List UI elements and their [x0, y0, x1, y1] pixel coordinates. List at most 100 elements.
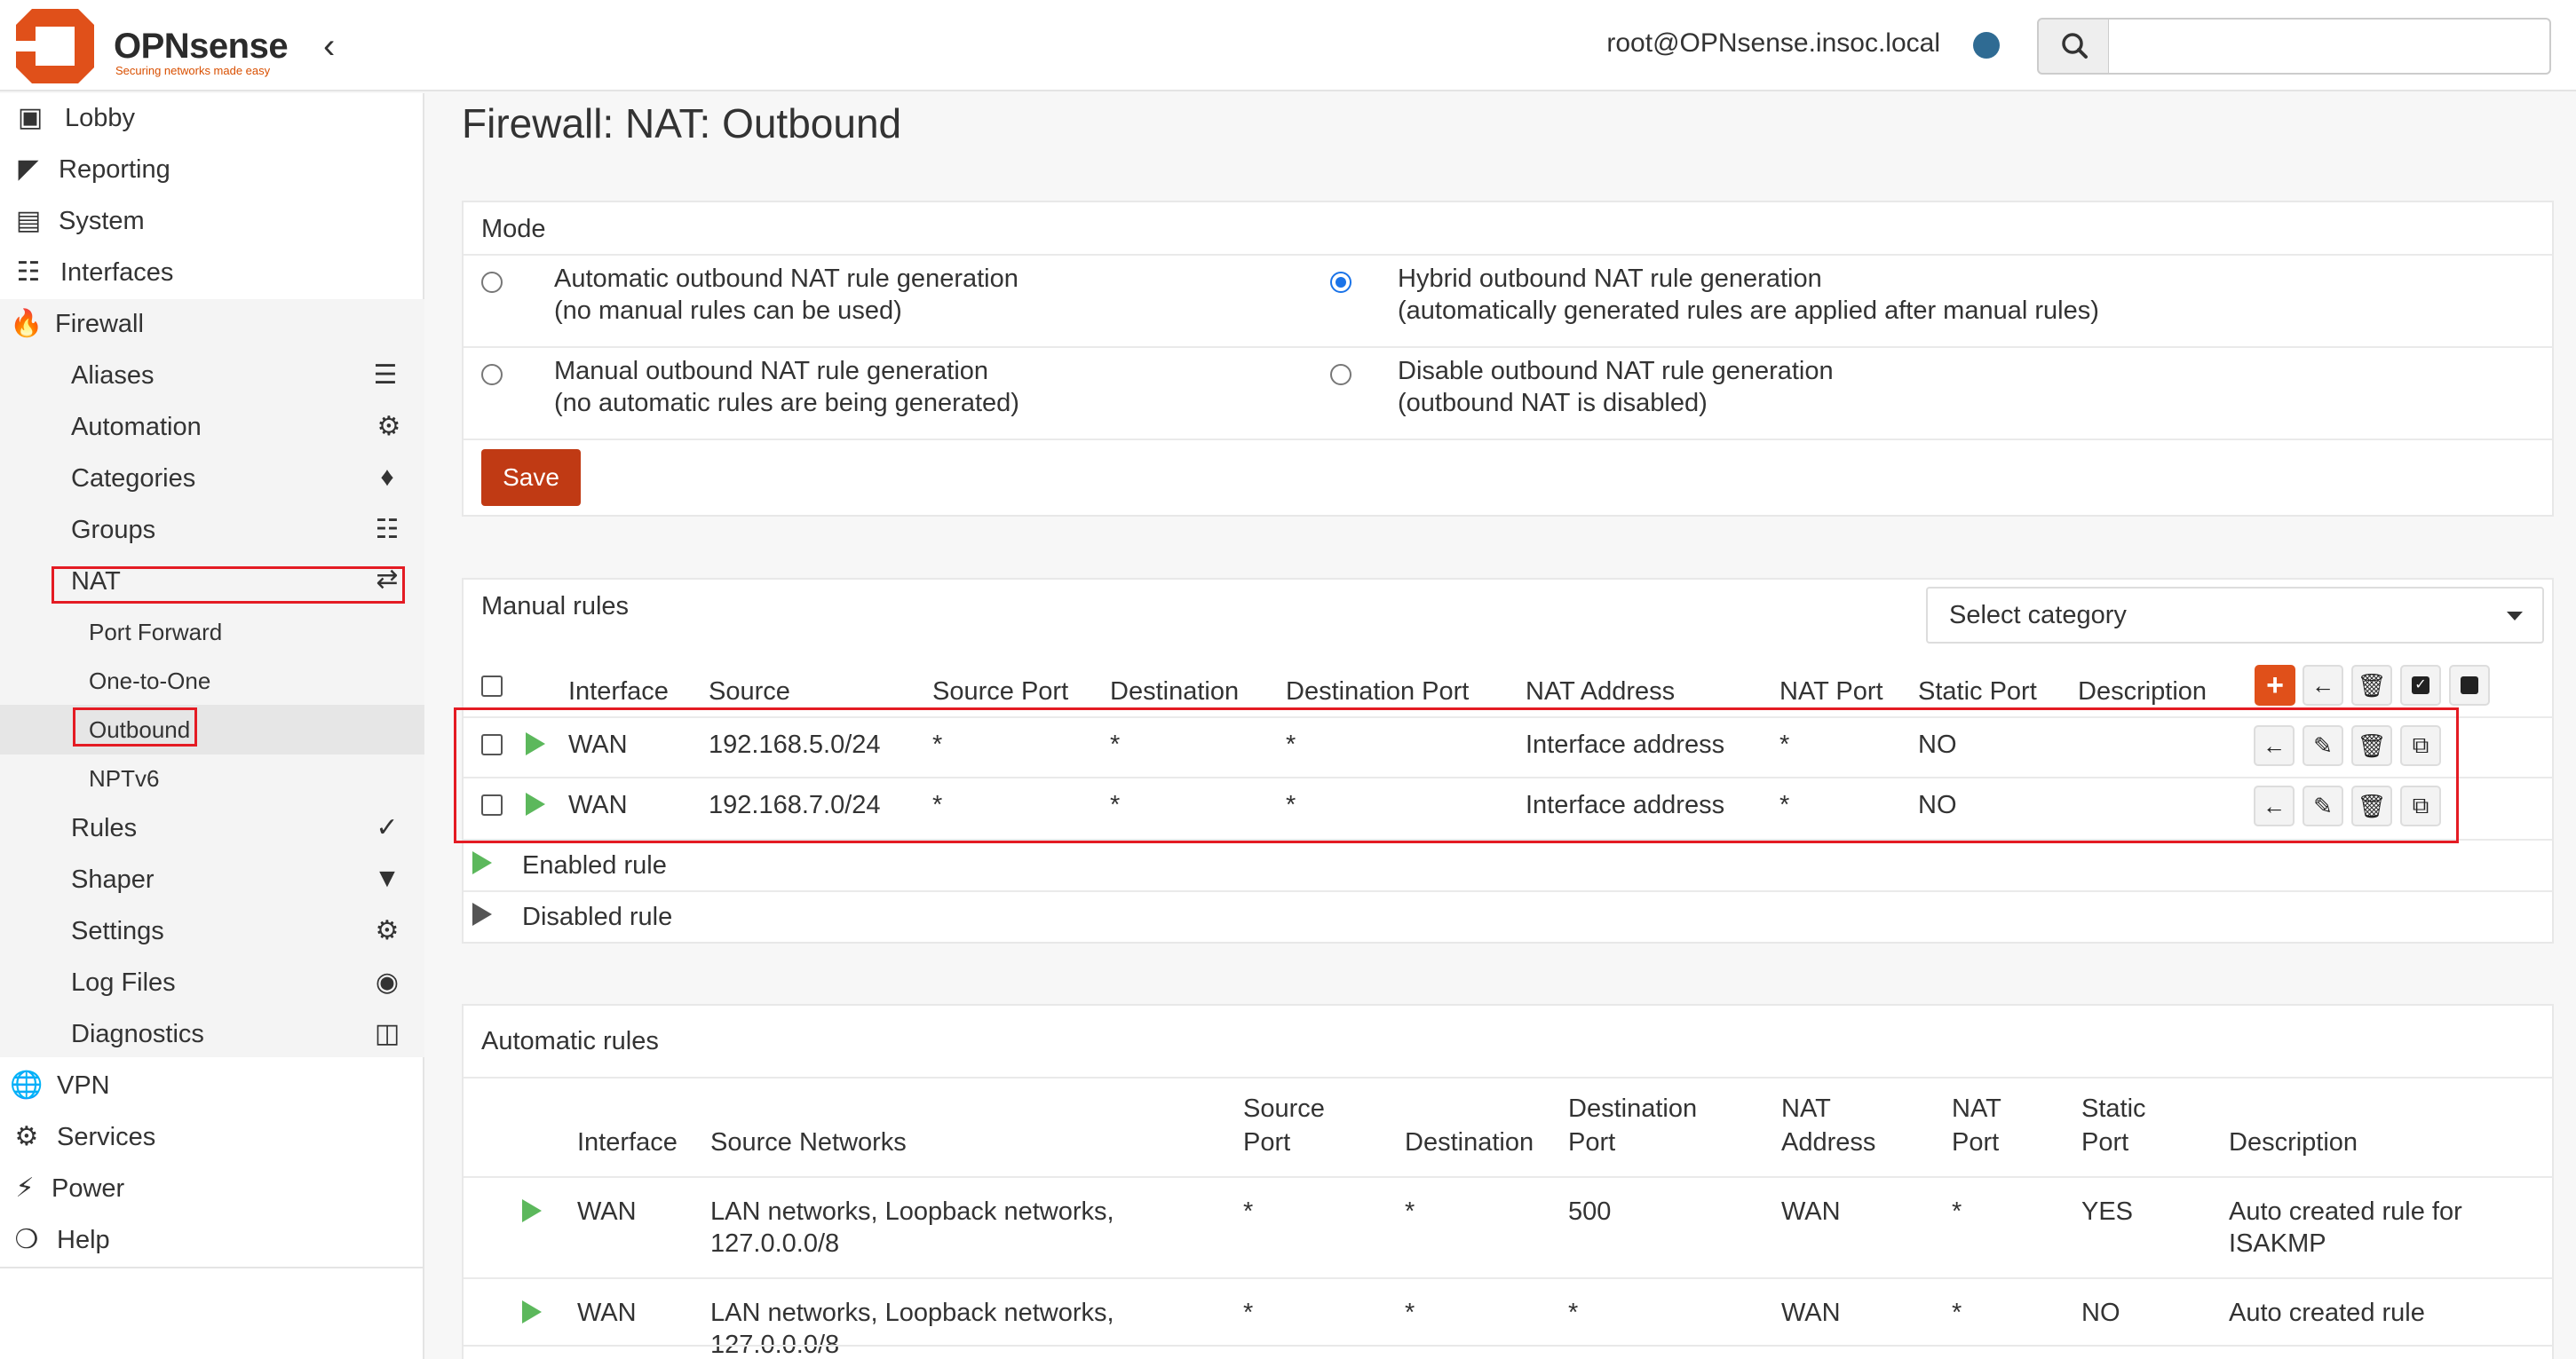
- divider: [464, 254, 2552, 256]
- cell-description: Auto created rule for: [2229, 1197, 2462, 1226]
- mode-hybrid-radio[interactable]: [1330, 272, 1351, 293]
- cell-source-networks-cont: 127.0.0.0/8: [710, 1229, 840, 1258]
- save-button[interactable]: Save: [481, 449, 581, 506]
- check-icon: ✓: [376, 813, 399, 842]
- opnsense-logo-icon[interactable]: [12, 5, 98, 87]
- mode-disable-label[interactable]: Disable outbound NAT rule generation (ou…: [1398, 355, 1834, 419]
- sidebar-item-label: Firewall: [55, 310, 144, 338]
- column-header: Interface: [577, 1128, 678, 1157]
- trash-icon: 🗑: [2357, 671, 2387, 699]
- sidebar-subitem-label: Aliases: [71, 361, 155, 390]
- column-header[interactable]: Description: [2078, 677, 2207, 707]
- server-icon: ▤: [15, 206, 42, 235]
- option-note: (no manual rules can be used): [554, 296, 902, 325]
- column-header[interactable]: Destination: [1110, 677, 1239, 707]
- cell-interface: WAN: [577, 1197, 637, 1226]
- top-navbar: OPNsense Securing networks made easy ‹ r…: [0, 0, 2576, 91]
- cell-destination-port: 500: [1568, 1197, 1612, 1226]
- disable-selected-button[interactable]: [2449, 665, 2490, 706]
- cell-nat-port: *: [1952, 1299, 1962, 1327]
- collapse-sidebar-icon[interactable]: ‹: [323, 27, 335, 67]
- mode-automatic-label[interactable]: Automatic outbound NAT rule generation (…: [554, 263, 1019, 327]
- category-select[interactable]: Select category: [1926, 587, 2544, 644]
- fire-icon: 🔥: [10, 309, 44, 338]
- active-item-highlight: [0, 705, 424, 755]
- toggle-log-button[interactable]: ←: [2303, 665, 2343, 706]
- automatic-rules-panel: Automatic rules Interface Source Network…: [462, 1004, 2554, 1359]
- page-title: Firewall: NAT: Outbound: [462, 100, 902, 146]
- check-square-icon: ✓: [2412, 676, 2429, 694]
- delete-selected-button[interactable]: 🗑: [2351, 665, 2392, 706]
- legend-disabled-label: Disabled rule: [522, 903, 673, 931]
- mode-disable-radio[interactable]: [1330, 364, 1351, 385]
- sidebar-divider: [0, 1267, 424, 1268]
- laptop-icon: ▣: [17, 103, 44, 132]
- list-icon: ☰: [373, 360, 398, 390]
- column-header[interactable]: NAT Port: [1779, 677, 1883, 707]
- cell-static-port: YES: [2081, 1197, 2134, 1226]
- column-header[interactable]: Source Port: [932, 677, 1068, 707]
- search-input[interactable]: [2109, 18, 2551, 75]
- sidebar-item-port-forward[interactable]: Port Forward: [89, 619, 222, 646]
- sidebar-item-nptv6[interactable]: NPTv6: [89, 765, 159, 793]
- column-header: Port: [1952, 1128, 2000, 1157]
- medkit-icon: ◫: [374, 1019, 400, 1048]
- option-title: Disable outbound NAT rule generation: [1398, 357, 1834, 385]
- sidebar-item-label: Reporting: [59, 155, 170, 184]
- cell-nat-address: WAN: [1781, 1197, 1841, 1226]
- enable-selected-button[interactable]: ✓: [2400, 665, 2441, 706]
- cell-interface: WAN: [577, 1299, 637, 1327]
- cell-description-cont: ISAKMP: [2229, 1229, 2326, 1258]
- sidebar-item-one-to-one[interactable]: One-to-One: [89, 668, 210, 695]
- divider: [464, 346, 2552, 348]
- mode-panel: Mode Automatic outbound NAT rule generat…: [462, 201, 2554, 517]
- sidebar-subitem-label: Rules: [71, 814, 138, 842]
- select-all-checkbox[interactable]: [481, 676, 503, 697]
- tags-icon: ♦: [380, 462, 394, 492]
- mode-heading: Mode: [481, 215, 546, 243]
- automatic-rules-heading: Automatic rules: [481, 1027, 659, 1055]
- chevron-down-icon: [2507, 612, 2523, 620]
- legend-disabled-icon: [472, 903, 492, 926]
- arrow-left-icon: ←: [2311, 671, 2334, 699]
- sidebar-subitem-label: Categories: [71, 464, 196, 493]
- column-header[interactable]: Static Port: [1918, 677, 2037, 707]
- column-header: NAT: [1952, 1094, 2001, 1123]
- brand-name: OPNsense: [114, 27, 289, 66]
- mode-hybrid-label[interactable]: Hybrid outbound NAT rule generation (aut…: [1398, 263, 2099, 327]
- column-header[interactable]: Destination Port: [1286, 677, 1469, 707]
- cell-source-port: *: [1243, 1197, 1254, 1226]
- gear-icon: ⚙: [376, 412, 401, 441]
- cell-source-networks: LAN networks, Loopback networks,: [710, 1299, 1114, 1327]
- sidebar-item-label: Lobby: [65, 104, 136, 132]
- add-rule-button[interactable]: +: [2255, 665, 2295, 706]
- sitemap-icon: ☷: [16, 257, 41, 287]
- enabled-rule-icon: [522, 1199, 542, 1222]
- status-indicator-icon[interactable]: [1973, 32, 2000, 59]
- column-header: Address: [1781, 1128, 1876, 1157]
- column-header: Destination: [1405, 1128, 1534, 1157]
- column-header[interactable]: Source: [709, 677, 790, 707]
- column-header: Description: [2229, 1128, 2358, 1157]
- sidebar-item-label: VPN: [57, 1071, 110, 1100]
- enabled-rule-icon: [522, 1300, 542, 1323]
- column-header[interactable]: Interface: [568, 677, 669, 707]
- firewall-section-bg: [0, 299, 424, 1057]
- sidebar-item-label: Power: [52, 1174, 125, 1203]
- cell-source-networks: LAN networks, Loopback networks,: [710, 1197, 1114, 1226]
- mode-manual-label[interactable]: Manual outbound NAT rule generation (no …: [554, 355, 1019, 419]
- cog-icon: ⚙: [14, 1122, 39, 1151]
- sidebar-subitem-label: Settings: [71, 917, 164, 945]
- mode-manual-radio[interactable]: [481, 364, 503, 385]
- column-header: Source: [1243, 1094, 1325, 1123]
- search-icon: [2062, 33, 2088, 59]
- search-button[interactable]: [2037, 18, 2110, 75]
- user-menu[interactable]: root@OPNsense.insoc.local: [1606, 28, 1940, 59]
- plug-icon: ⚡: [15, 1173, 35, 1203]
- mode-automatic-radio[interactable]: [481, 272, 503, 293]
- globe-icon: 🌐: [10, 1071, 44, 1100]
- sidebar-subitem-label: Diagnostics: [71, 1020, 204, 1048]
- option-title: Manual outbound NAT rule generation: [554, 357, 989, 385]
- cell-destination-port: *: [1568, 1299, 1579, 1327]
- column-header[interactable]: NAT Address: [1526, 677, 1675, 707]
